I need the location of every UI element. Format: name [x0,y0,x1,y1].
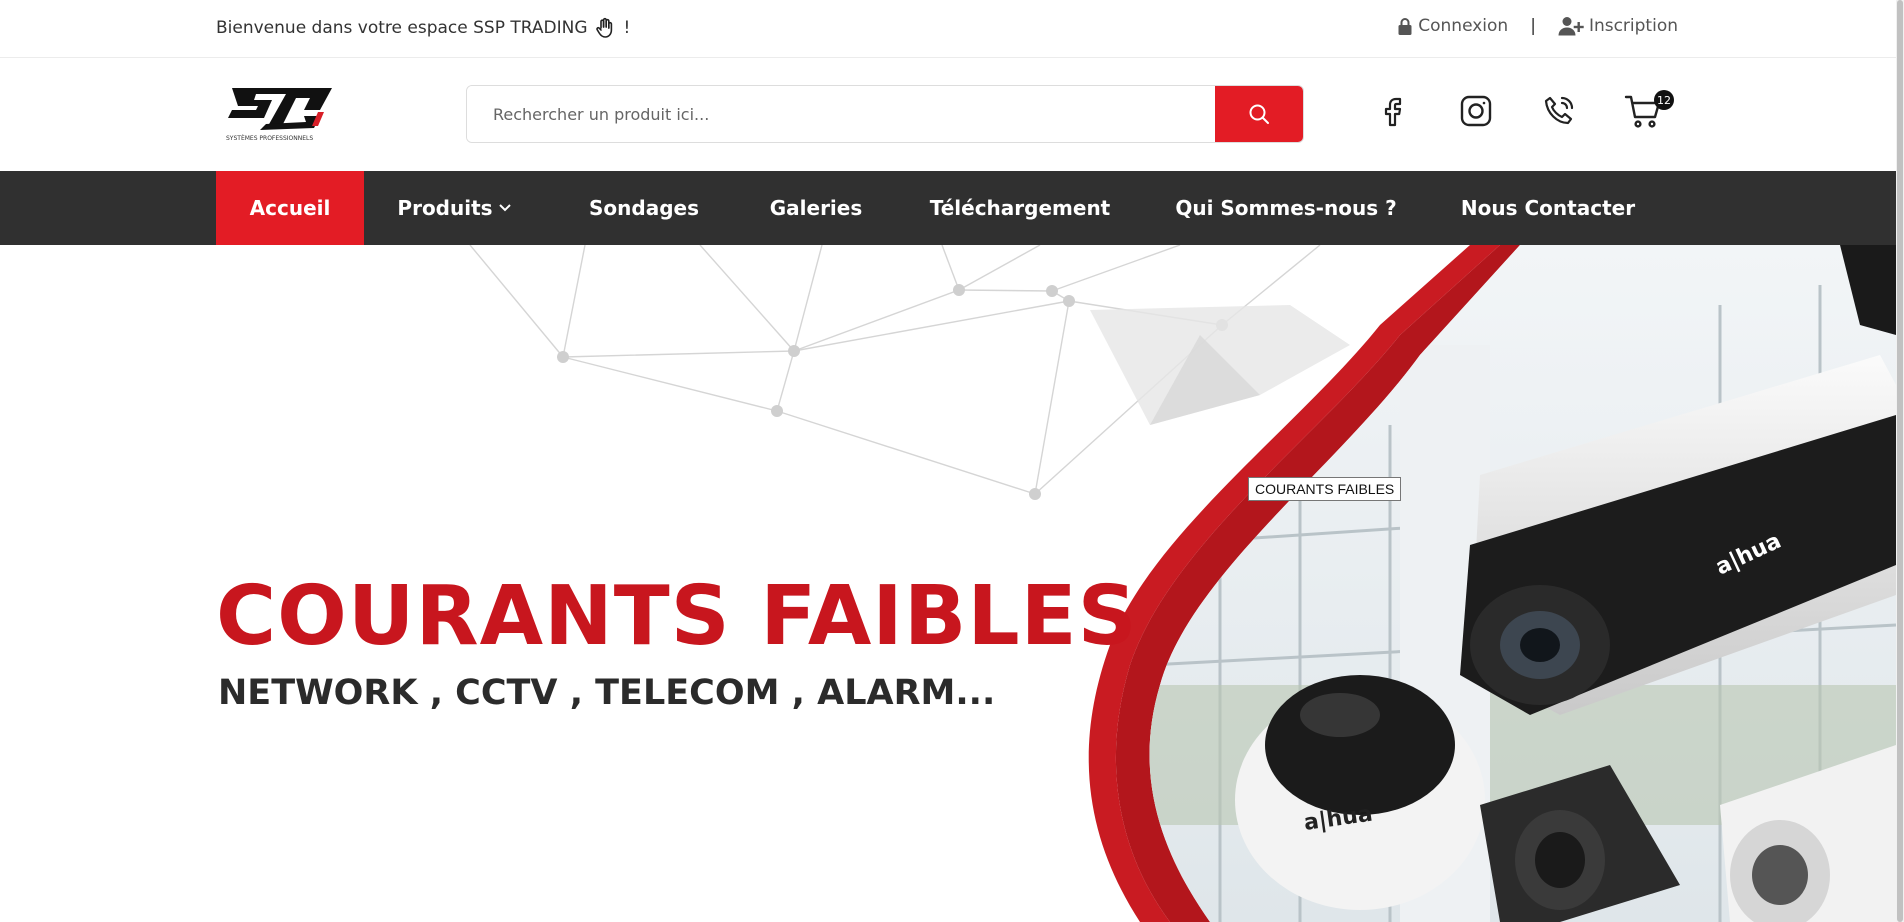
hero-subtitle: NETWORK , CCTV , TELECOM , ALARM... [218,673,996,713]
page-scrollbar[interactable] [1896,0,1904,922]
site-header: SYSTÈMES PROFESSIONNELS 12 [0,58,1896,171]
nav-item-label: Accueil [249,196,331,220]
nav-item-produits[interactable]: Produits [384,171,524,245]
instagram-link[interactable] [1453,88,1499,134]
nav-item-nous-contacter[interactable]: Nous Contacter [1454,171,1642,245]
welcome-message: Bienvenue dans votre espace SSP TRADING … [216,16,630,40]
top-bar: Bienvenue dans votre espace SSP TRADING … [0,0,1896,58]
search-box [466,85,1304,143]
nav-item-label: Qui Sommes-nous ? [1175,196,1397,220]
user-plus-icon [1558,17,1584,36]
nav-item-sondages[interactable]: Sondages [574,171,714,245]
nav-item-label: Produits [397,196,493,220]
nav-item-label: Sondages [589,196,699,220]
nav-item-qui-sommes-nous[interactable]: Qui Sommes-nous ? [1170,171,1402,245]
nav-item-label: Nous Contacter [1460,196,1636,220]
logo-caption: SYSTÈMES PROFESSIONNELS [226,134,313,142]
auth-links: Connexion | Inscription [1397,16,1678,36]
ssp-logo[interactable]: SYSTÈMES PROFESSIONNELS [220,80,336,144]
search-icon [1249,104,1269,124]
hero-tooltip: COURANTS FAIBLES [1248,477,1402,501]
hand-wave-icon [595,17,612,38]
hero-banner[interactable]: a|hua a|hua COURANTS FAIBLES NETWORK , C… [0,245,1896,922]
login-label: Connexion [1418,16,1509,36]
ssp-logo-graphic: SYSTÈMES PROFESSIONNELS [226,88,332,142]
welcome-text: Bienvenue dans votre espace SSP TRADING [216,18,588,38]
nav-item-galeries[interactable]: Galeries [752,171,880,245]
cart-count-badge: 12 [1654,90,1674,110]
welcome-suffix: ! [623,18,631,38]
auth-separator: | [1530,16,1536,36]
scrollbar-thumb[interactable] [1897,0,1903,922]
facebook-link[interactable] [1370,88,1416,134]
nav-item-label: Galeries [769,196,863,220]
login-link[interactable]: Connexion [1397,16,1508,36]
main-nav: Accueil Produits Sondages Galeries Téléc… [0,171,1896,245]
register-label: Inscription [1588,16,1678,36]
register-link[interactable]: Inscription [1558,16,1678,36]
nav-item-telechargement[interactable]: Téléchargement [924,171,1116,245]
search-button[interactable] [1215,86,1303,142]
nav-item-label: Téléchargement [929,196,1111,220]
phone-icon [1544,96,1574,125]
search-input[interactable] [467,86,1217,142]
hero-title: COURANTS FAIBLES [216,569,1138,664]
facebook-icon [1384,97,1402,127]
cart-link[interactable]: 12 [1620,88,1674,134]
phone-link[interactable] [1536,88,1582,134]
lock-icon [1398,18,1412,35]
instagram-icon [1460,95,1492,127]
chevron-down-icon [498,204,511,212]
nav-item-accueil[interactable]: Accueil [216,171,364,245]
